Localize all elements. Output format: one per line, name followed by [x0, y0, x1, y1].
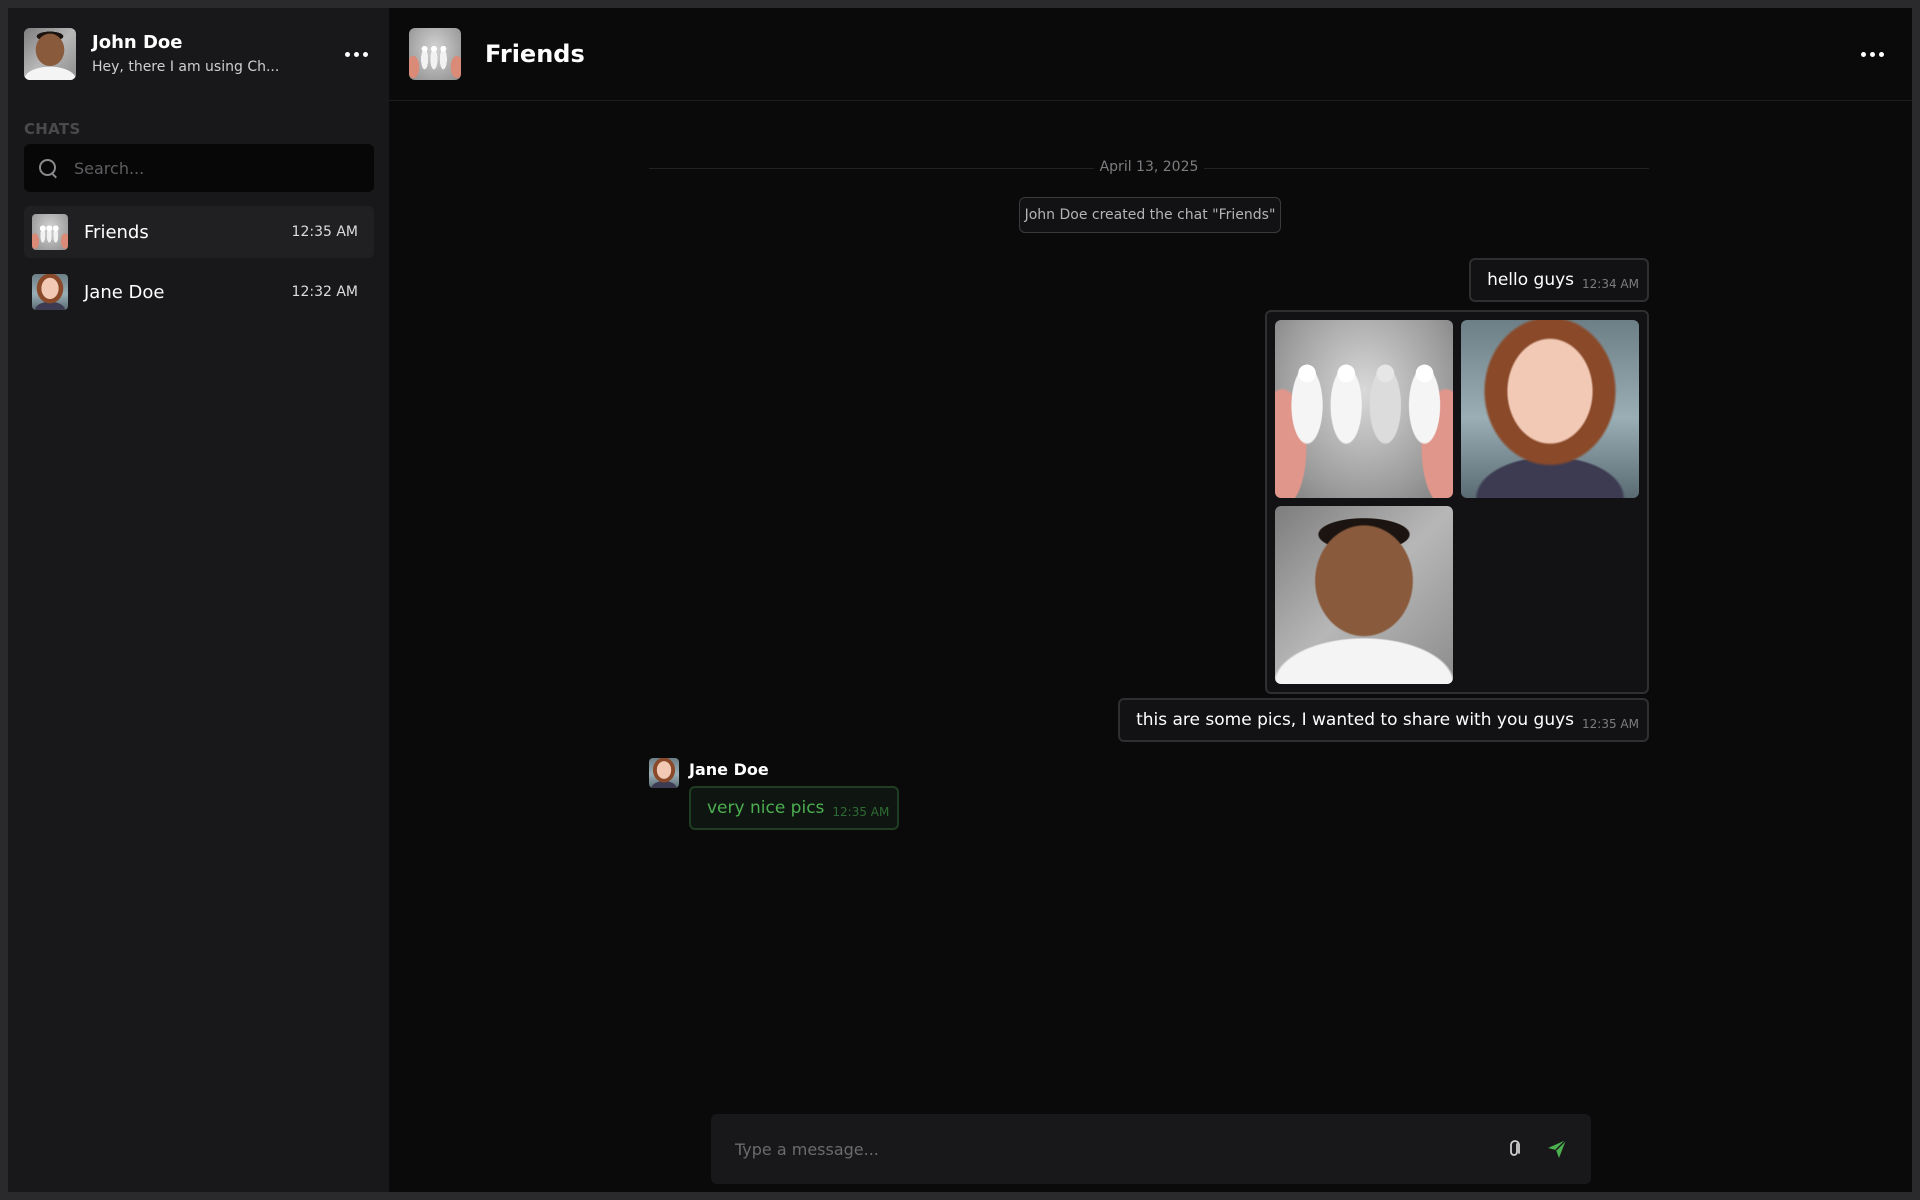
gallery-image-paper-people[interactable]	[1275, 320, 1453, 498]
user-profile: John Doe Hey, there I am using Ch...	[24, 27, 374, 81]
chat-list: Friends 12:35 AM Jane Doe 12:32 AM	[24, 206, 374, 326]
chat-header-avatar[interactable]	[409, 28, 461, 80]
search-icon	[38, 158, 58, 178]
user-avatar[interactable]	[24, 28, 76, 80]
message-text: hello guys	[1487, 270, 1575, 290]
message-time: 12:34 AM	[1582, 277, 1639, 291]
send-icon	[1548, 1139, 1567, 1158]
gallery-image-man-portrait[interactable]	[1275, 506, 1453, 684]
message-text: very nice pics	[707, 798, 825, 818]
chat-avatar-friends	[32, 214, 68, 250]
chat-title: Friends	[485, 40, 585, 68]
chat-item-friends[interactable]: Friends 12:35 AM	[24, 206, 374, 258]
chat-avatar-jane-doe	[32, 274, 68, 310]
chat-app: John Doe Hey, there I am using Ch... CHA…	[8, 8, 1912, 1192]
more-horizontal-icon	[1860, 51, 1866, 57]
message-bubble-incoming[interactable]: very nice pics 12:35 AM	[689, 786, 900, 830]
search-box[interactable]	[24, 144, 374, 192]
attach-button[interactable]	[1501, 1135, 1529, 1163]
chat-time: 12:35 AM	[291, 224, 358, 240]
sidebar: John Doe Hey, there I am using Ch... CHA…	[8, 8, 389, 1192]
date-label: April 13, 2025	[1099, 159, 1199, 175]
chat-name: Friends	[84, 221, 149, 243]
message-bubble-outgoing[interactable]: this are some pics, I wanted to share wi…	[1118, 698, 1649, 742]
chats-section-label: CHATS	[24, 120, 81, 138]
sender-avatar[interactable]	[649, 758, 679, 788]
send-button[interactable]	[1543, 1135, 1571, 1163]
message-composer	[711, 1114, 1591, 1184]
gallery-image-woman-portrait[interactable]	[1461, 320, 1639, 498]
chat-item-jane-doe[interactable]: Jane Doe 12:32 AM	[24, 266, 374, 318]
message-time: 12:35 AM	[832, 805, 890, 819]
more-horizontal-icon	[344, 51, 350, 57]
chat-menu-button[interactable]	[1854, 36, 1890, 72]
user-status: Hey, there I am using Ch...	[92, 59, 280, 75]
sidebar-menu-button[interactable]	[338, 36, 374, 72]
date-separator: April 13, 2025	[649, 159, 1649, 175]
conversation-panel: Friends April 13, 2025 John Doe created …	[389, 8, 1912, 1192]
message-text: this are some pics, I wanted to share wi…	[1136, 710, 1575, 730]
message-bubble-outgoing[interactable]: hello guys 12:34 AM	[1469, 258, 1649, 302]
system-message: John Doe created the chat "Friends"	[1019, 197, 1281, 233]
paperclip-icon	[1510, 1140, 1520, 1156]
message-list: April 13, 2025 John Doe created the chat…	[649, 138, 1649, 1138]
message-time: 12:35 AM	[1582, 717, 1639, 731]
user-name: John Doe	[92, 32, 183, 53]
sender-name: Jane Doe	[689, 760, 769, 779]
chat-header: Friends	[389, 8, 1912, 101]
chat-time: 12:32 AM	[291, 284, 358, 300]
search-input[interactable]	[74, 158, 354, 178]
message-input[interactable]	[735, 1139, 1487, 1159]
image-gallery-message	[1265, 310, 1649, 694]
chat-name: Jane Doe	[84, 281, 165, 303]
